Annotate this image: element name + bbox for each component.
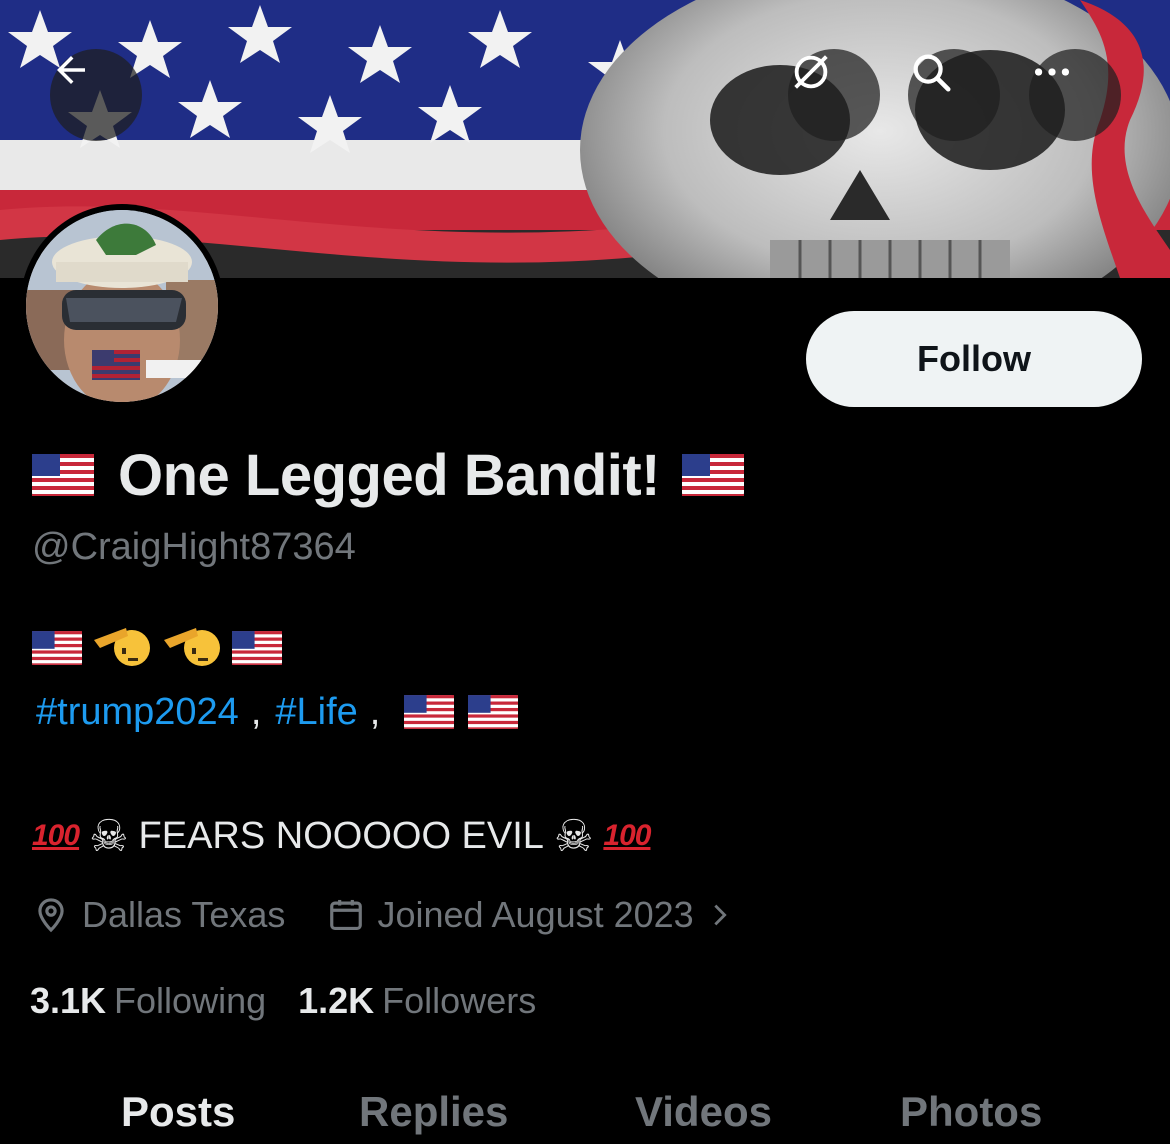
search-button[interactable] (908, 49, 1000, 141)
location-pin-icon (38, 898, 64, 933)
tab-photos[interactable]: Photos (900, 1088, 1042, 1136)
skull-crossbones-icon: ☠ (89, 811, 129, 861)
skull-crossbones-icon: ☠ (553, 811, 594, 861)
hashtag-link[interactable]: #trump2024 (36, 691, 239, 734)
hundred-points-icon: 100 (603, 819, 651, 852)
search-icon (913, 54, 951, 92)
more-horizontal-icon (1034, 68, 1070, 76)
profile-meta: Dallas Texas Joined August 2023 (32, 890, 734, 940)
profile-tabs: Posts Replies Videos Photos (0, 1080, 1170, 1144)
following-label: Following (114, 980, 267, 1021)
tab-videos[interactable]: Videos (635, 1088, 772, 1136)
us-flag-icon (468, 695, 519, 729)
profile-avatar[interactable] (20, 204, 224, 408)
location: Dallas Texas (32, 894, 285, 936)
back-button[interactable] (50, 49, 142, 141)
avatar-photo (26, 210, 218, 402)
separator: , (369, 690, 381, 733)
tab-posts[interactable]: Posts (121, 1088, 235, 1136)
followers-count: 1.2K (298, 980, 375, 1021)
arrow-left-icon (57, 56, 85, 84)
following-link[interactable]: 3.1K Following (30, 980, 266, 1022)
saluting-face-icon (92, 622, 152, 675)
saluting-face-icon (162, 622, 222, 675)
more-options-button[interactable] (1029, 49, 1121, 141)
grok-button[interactable] (788, 49, 880, 141)
hundred-points-icon: 100 (32, 819, 80, 852)
chevron-right-icon (714, 904, 727, 926)
bio-motto-text: FEARS NOOOOO EVIL (138, 814, 544, 857)
us-flag-icon (232, 631, 282, 665)
tab-replies[interactable]: Replies (359, 1088, 508, 1136)
calendar-icon (330, 899, 363, 931)
profile-stats: 3.1K Following 1.2K Followers (30, 976, 568, 1026)
joined-text: Joined August 2023 (377, 894, 694, 935)
following-count: 3.1K (30, 980, 107, 1021)
us-flag-icon (682, 454, 744, 496)
hashtag-link[interactable]: #Life (275, 691, 357, 734)
display-name-text: One Legged Bandit! (118, 442, 661, 508)
joined-date[interactable]: Joined August 2023 (327, 894, 733, 936)
us-flag-icon (32, 454, 94, 496)
username-handle: @CraigHight87364 (32, 526, 356, 568)
grok-icon (794, 55, 828, 89)
location-text: Dallas Texas (82, 894, 286, 935)
bio-hashtags-line: #trump2024 , #Life , (36, 686, 519, 738)
follow-button[interactable]: Follow (806, 311, 1142, 407)
us-flag-icon (32, 631, 82, 665)
bio-emoji-line (32, 622, 282, 674)
bio-motto-line: 100 ☠ FEARS NOOOOO EVIL ☠ 100 (32, 806, 651, 866)
separator: , (250, 690, 262, 733)
display-name: One Legged Bandit! (32, 440, 744, 510)
followers-label: Followers (382, 980, 537, 1021)
followers-link[interactable]: 1.2K Followers (298, 980, 536, 1022)
us-flag-icon (404, 695, 455, 729)
